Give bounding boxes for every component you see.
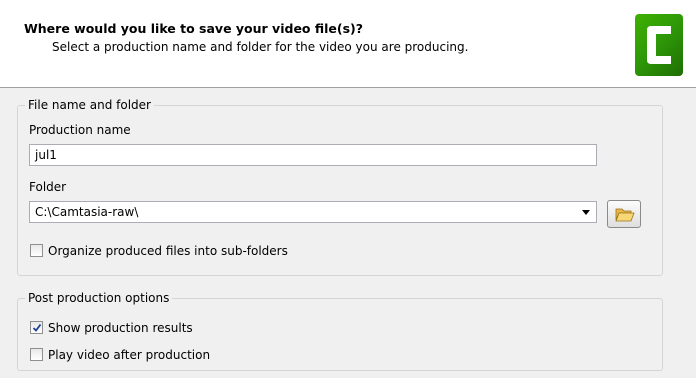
production-name-label: Production name — [29, 123, 131, 137]
production-name-input[interactable]: jul1 — [29, 144, 597, 166]
page-title: Where would you like to save your video … — [24, 21, 364, 36]
file-group-legend: File name and folder — [25, 98, 154, 112]
play-video-label[interactable]: Play video after production — [48, 348, 210, 362]
play-video-checkbox[interactable] — [30, 348, 43, 361]
organize-subfolders-label[interactable]: Organize produced files into sub-folders — [48, 244, 288, 258]
checkmark-icon — [32, 323, 42, 332]
folder-combobox[interactable]: C:\Camtasia-raw\ — [29, 201, 597, 223]
show-results-label[interactable]: Show production results — [48, 321, 193, 335]
browse-folder-button[interactable] — [607, 200, 641, 228]
folder-label: Folder — [29, 180, 67, 194]
post-group-legend: Post production options — [25, 291, 173, 305]
folder-open-icon — [615, 208, 635, 222]
chevron-down-icon[interactable] — [582, 210, 590, 215]
organize-subfolders-checkbox[interactable] — [30, 244, 43, 257]
wizard-header: Where would you like to save your video … — [0, 0, 696, 88]
show-results-checkbox[interactable] — [30, 321, 43, 334]
folder-value: C:\Camtasia-raw\ — [35, 205, 139, 219]
page-subtitle: Select a production name and folder for … — [52, 40, 469, 54]
camtasia-logo-icon — [635, 14, 683, 76]
